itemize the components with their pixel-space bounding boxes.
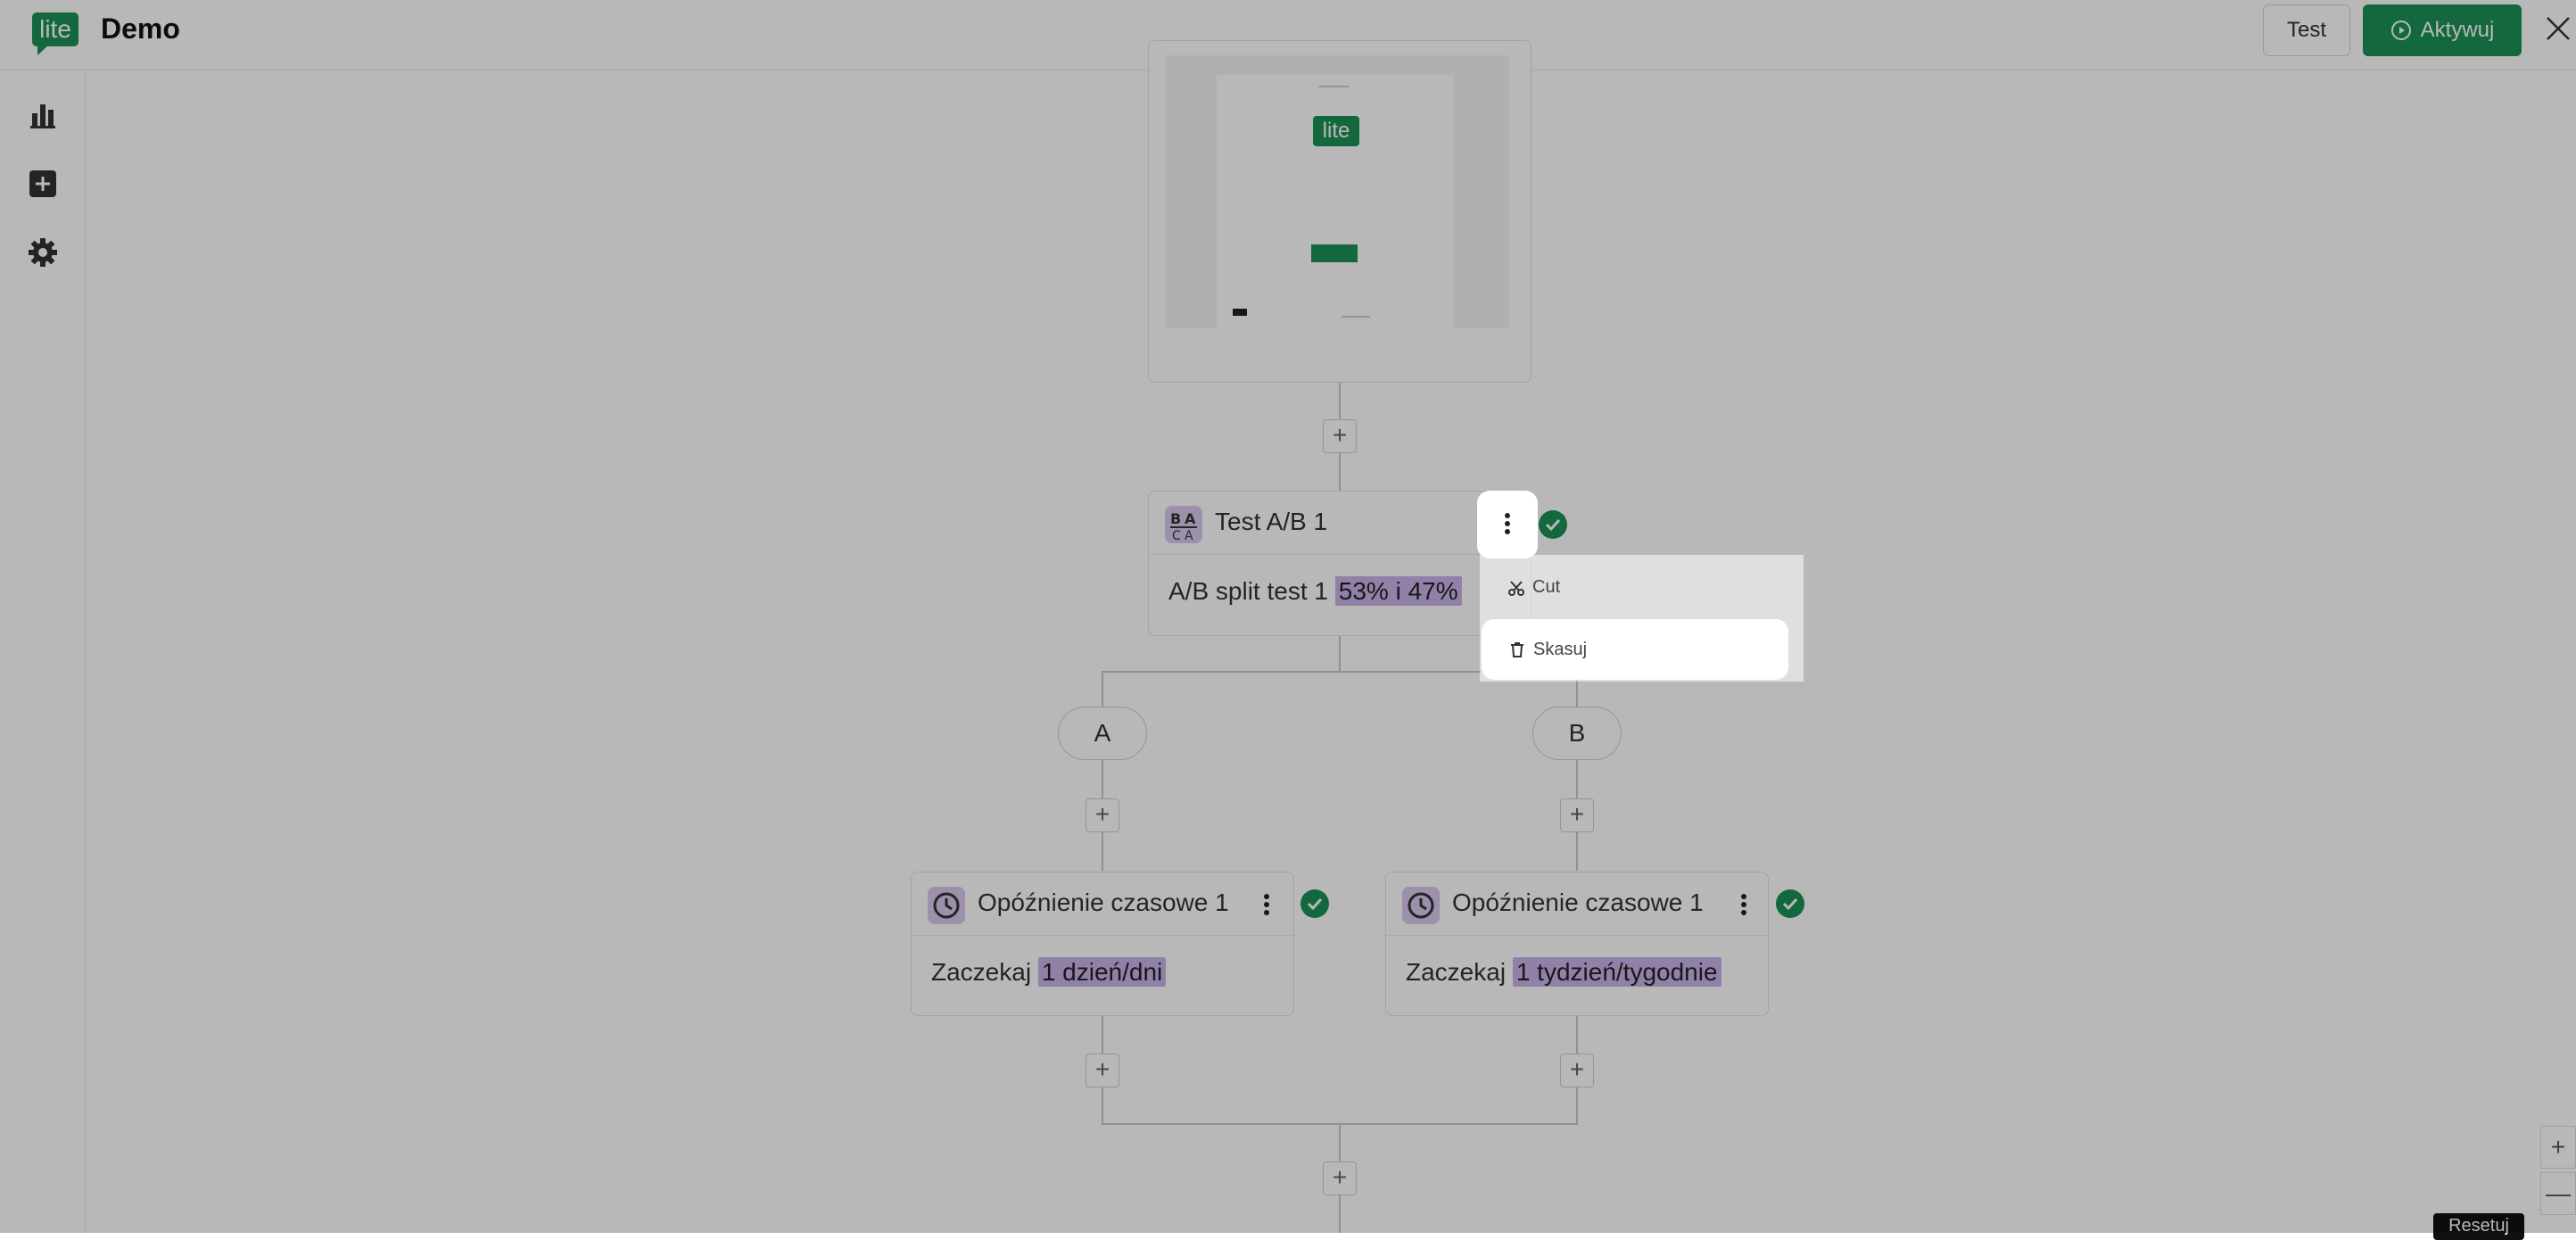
menu-item-delete-label: Skasuj [1533, 639, 1588, 659]
trash-icon [1511, 642, 1523, 657]
scissors-icon [1508, 580, 1524, 596]
more-options-icon [1503, 511, 1512, 538]
menu-item-cut[interactable]: Cut [1507, 577, 1560, 598]
menu-item-cut-label: Cut [1532, 577, 1561, 597]
ab-test-more-options-button[interactable] [1477, 491, 1538, 558]
menu-backdrop[interactable] [0, 0, 2576, 1233]
menu-item-delete[interactable]: Skasuj [1482, 619, 1788, 680]
